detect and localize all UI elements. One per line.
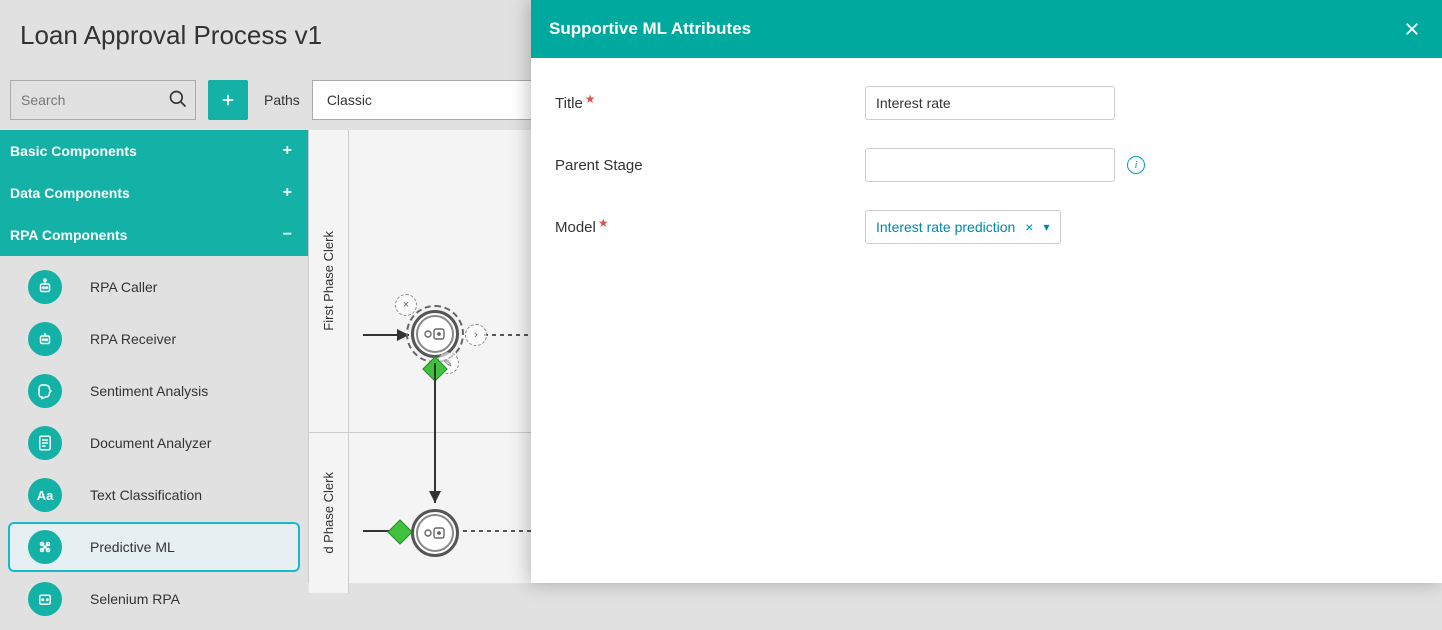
attributes-panel: Supportive ML Attributes Title★ Parent S… (531, 0, 1442, 583)
document-icon (28, 426, 62, 460)
component-rpa-caller[interactable]: RPA Caller (8, 262, 300, 312)
paths-label: Paths (264, 92, 300, 108)
component-rpa-receiver[interactable]: RPA Receiver (8, 314, 300, 364)
field-label-model: Model★ (555, 219, 865, 236)
component-predictive-ml[interactable]: Predictive ML (8, 522, 300, 572)
text-aa-icon: Aa (28, 478, 62, 512)
component-label: Sentiment Analysis (90, 383, 208, 399)
search-icon (168, 89, 188, 109)
section-label: Basic Components (10, 143, 137, 159)
node-handle-close[interactable]: × (395, 294, 417, 316)
lane-label: d Phase Clerk (309, 433, 349, 593)
robot-icon (28, 270, 62, 304)
node-inner (416, 315, 454, 353)
close-button[interactable] (1400, 17, 1424, 41)
close-icon (1403, 20, 1421, 38)
field-label-title: Title★ (555, 95, 865, 112)
robot-receive-icon (28, 322, 62, 356)
section-label: Data Components (10, 185, 130, 201)
component-label: RPA Caller (90, 279, 157, 295)
component-label: Predictive ML (90, 539, 175, 555)
expand-icon: + (283, 142, 298, 160)
panel-title: Supportive ML Attributes (549, 19, 751, 39)
field-row-title: Title★ (555, 86, 1418, 120)
component-text-classification[interactable]: Aa Text Classification (8, 470, 300, 520)
workflow-node-1[interactable] (411, 310, 459, 358)
page-title: Loan Approval Process v1 (20, 20, 322, 51)
required-star-icon: ★ (585, 92, 596, 106)
component-document-analyzer[interactable]: Document Analyzer (8, 418, 300, 468)
clear-selection-icon[interactable]: × (1025, 219, 1033, 235)
component-label: Selenium RPA (90, 591, 180, 607)
search-wrap (10, 80, 196, 120)
section-data-components[interactable]: Data Components + (0, 172, 308, 214)
field-row-model: Model★ Interest rate prediction × ▾ (555, 210, 1418, 244)
section-basic-components[interactable]: Basic Components + (0, 130, 308, 172)
info-icon[interactable]: i (1127, 156, 1145, 174)
component-label: RPA Receiver (90, 331, 176, 347)
parent-stage-input[interactable] (865, 148, 1115, 182)
node-handle-next[interactable]: › (465, 324, 487, 346)
required-star-icon: ★ (598, 216, 609, 230)
lane-label: First Phase Clerk (309, 130, 349, 432)
panel-body: Title★ Parent Stage i Model★ Interest ra… (531, 58, 1442, 300)
component-label: Text Classification (90, 487, 202, 503)
collapse-icon: − (283, 226, 298, 244)
field-label-parent-stage: Parent Stage (555, 157, 865, 174)
sidebar: Basic Components + Data Components + RPA… (0, 130, 308, 583)
component-selenium-rpa[interactable]: Selenium RPA (8, 574, 300, 624)
selenium-icon (28, 582, 62, 616)
node-inner (416, 514, 454, 552)
chevron-down-icon[interactable]: ▾ (1043, 220, 1049, 234)
add-button[interactable] (208, 80, 248, 120)
section-rpa-components[interactable]: RPA Components − (0, 214, 308, 256)
section-label: RPA Components (10, 227, 127, 243)
ml-brain-icon (28, 530, 62, 564)
paths-select[interactable]: Classic (312, 80, 546, 120)
workflow-node-2[interactable] (411, 509, 459, 557)
head-icon (28, 374, 62, 408)
panel-header: Supportive ML Attributes (531, 0, 1442, 58)
model-select[interactable]: Interest rate prediction × ▾ (865, 210, 1061, 244)
plus-icon (220, 92, 236, 108)
title-input[interactable] (865, 86, 1115, 120)
expand-icon: + (283, 184, 298, 202)
rpa-component-list: RPA Caller RPA Receiver Sentiment Analys… (0, 256, 308, 630)
component-sentiment-analysis[interactable]: Sentiment Analysis (8, 366, 300, 416)
model-chip-label: Interest rate prediction (876, 219, 1015, 235)
field-row-parent-stage: Parent Stage i (555, 148, 1418, 182)
component-label: Document Analyzer (90, 435, 211, 451)
